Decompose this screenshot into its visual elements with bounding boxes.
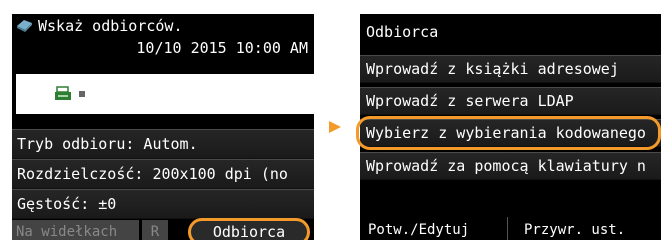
cursor-dot [79,91,85,97]
bottom-button-bar: Na widełkach R Odbiorca [12,218,314,240]
datetime: 10/10 2015 10:00 AM [136,39,308,57]
recipient-menu-screen: Odbiorca Wprowadź z książki adresowej Wp… [360,14,661,240]
menu-item-address-book[interactable]: Wprowadź z książki adresowej [360,55,661,83]
menu-item-ldap-server[interactable]: Wprowadź z serwera LDAP [360,87,661,115]
r-button[interactable]: R [142,220,168,240]
screen-title: Wskaż odbiorców. [38,17,183,35]
arrow-right-icon [329,121,341,133]
confirm-edit-button[interactable]: Potw./Edytuj [360,217,508,240]
bottom-button-bar: Potw./Edytuj Przywr. ust. [360,217,661,240]
fax-icon [55,86,71,100]
recipient-button[interactable]: Odbiorca [188,218,310,240]
setting-resolution[interactable]: Rozdzielczość: 200x100 dpi (no [12,159,314,189]
setting-density[interactable]: Gęstość: ±0 [12,189,314,219]
destination-field[interactable] [16,74,314,114]
menu-item-keyboard[interactable]: Wprowadź za pomocą klawiatury n [360,152,661,180]
menu-item-coded-dial[interactable]: Wybierz z wybierania kodowanego [360,119,661,147]
fax-main-screen: Wskaż odbiorców. 10/10 2015 10:00 AM Try… [12,14,314,240]
setting-receive-mode[interactable]: Tryb odbioru: Autom. [12,129,314,159]
recipients-icon [17,20,32,32]
on-hook-button[interactable]: Na widełkach [12,220,139,240]
menu-title: Odbiorca [366,23,439,41]
restore-settings-button[interactable]: Przywr. ust. [512,217,661,240]
